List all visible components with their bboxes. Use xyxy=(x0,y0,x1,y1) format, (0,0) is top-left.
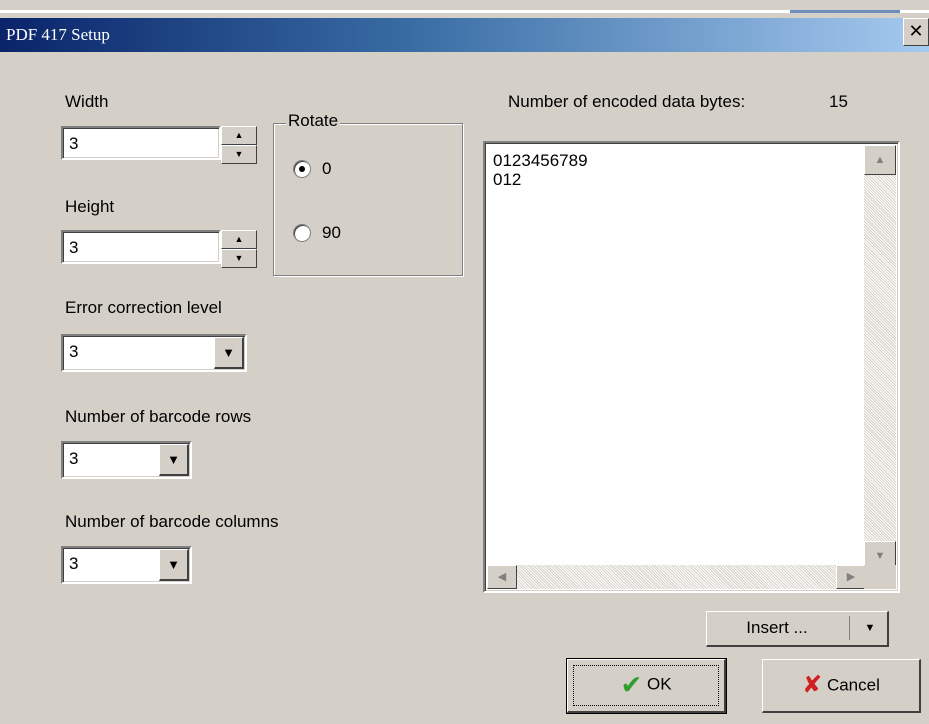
encoded-bytes-count: 15 xyxy=(829,92,848,111)
arrow-down-icon: ▼ xyxy=(874,550,886,562)
radio-selected-dot xyxy=(299,166,305,172)
barcode-rows-value: 3 xyxy=(69,449,79,468)
spin-down-icon: ▼ xyxy=(234,149,244,159)
chevron-down-icon: ▼ xyxy=(167,557,180,572)
rotate-0-label[interactable]: 0 xyxy=(322,159,331,179)
insert-button-label: Insert ... xyxy=(746,618,808,637)
scroll-up-button[interactable]: ▲ xyxy=(864,145,896,175)
chevron-down-icon[interactable]: ▼ xyxy=(857,612,883,644)
height-value: 3 xyxy=(69,238,79,257)
barcode-columns-dropdown-button[interactable]: ▼ xyxy=(159,549,189,581)
barcode-rows-select[interactable]: 3 ▼ xyxy=(61,441,192,479)
rotate-90-label[interactable]: 90 xyxy=(322,223,341,243)
error-correction-label: Error correction level xyxy=(65,298,222,317)
arrow-left-icon: ◀ xyxy=(497,571,507,583)
spin-up-icon: ▲ xyxy=(234,130,244,140)
height-spinner[interactable]: ▲ ▼ xyxy=(221,230,257,268)
rotate-group xyxy=(273,123,463,276)
width-spinner[interactable]: ▲ ▼ xyxy=(221,126,257,164)
width-spin-down-button[interactable]: ▼ xyxy=(221,145,257,164)
focus-rectangle xyxy=(573,665,719,706)
data-text[interactable]: 0123456789 012 xyxy=(493,151,588,189)
barcode-rows-dropdown-button[interactable]: ▼ xyxy=(159,444,189,476)
width-spin-up-button[interactable]: ▲ xyxy=(221,126,257,145)
scrollbar-corner xyxy=(864,565,896,589)
insert-button[interactable]: Insert ... ▼ xyxy=(706,611,889,647)
data-textarea[interactable]: 0123456789 012 ▲ ▼ ◀ ▶ xyxy=(483,141,900,593)
title-bar: PDF 417 Setup xyxy=(0,18,929,52)
width-label: Width xyxy=(65,92,109,111)
top-edge-accent xyxy=(790,10,900,13)
cancel-button-label: Cancel xyxy=(826,675,880,695)
width-input[interactable]: 3 xyxy=(61,126,221,160)
rotate-90-radio[interactable] xyxy=(293,224,311,242)
cancel-x-icon: ✘ xyxy=(802,671,823,699)
arrow-right-icon: ▶ xyxy=(846,571,856,583)
error-correction-select[interactable]: 3 ▼ xyxy=(61,334,247,372)
spin-up-icon: ▲ xyxy=(234,234,244,244)
ok-button[interactable]: ✔ OK xyxy=(566,658,727,714)
close-button[interactable]: ✕ xyxy=(903,18,929,46)
height-label: Height xyxy=(65,197,115,216)
encoded-bytes-label: Number of encoded data bytes: xyxy=(508,92,746,111)
width-value: 3 xyxy=(69,134,79,153)
barcode-rows-label: Number of barcode rows xyxy=(65,407,252,426)
height-spin-up-button[interactable]: ▲ xyxy=(221,230,257,249)
barcode-columns-label: Number of barcode columns xyxy=(65,512,279,531)
rotate-0-radio[interactable] xyxy=(293,160,311,178)
spin-down-icon: ▼ xyxy=(234,253,244,263)
error-correction-dropdown-button[interactable]: ▼ xyxy=(214,337,244,369)
scroll-left-button[interactable]: ◀ xyxy=(487,565,517,589)
arrow-up-icon: ▲ xyxy=(874,154,886,166)
cancel-button[interactable]: ✘ Cancel xyxy=(762,659,921,713)
barcode-columns-select[interactable]: 3 ▼ xyxy=(61,546,192,584)
chevron-down-icon: ▼ xyxy=(222,345,235,360)
window-title: PDF 417 Setup xyxy=(6,25,110,44)
vertical-scrollbar[interactable]: ▲ ▼ xyxy=(864,145,896,571)
rotate-group-title: Rotate xyxy=(286,111,341,131)
barcode-columns-value: 3 xyxy=(69,554,79,573)
close-icon: ✕ xyxy=(908,21,924,42)
chevron-down-icon: ▼ xyxy=(167,452,180,467)
insert-split-divider xyxy=(849,616,850,640)
horizontal-scrollbar[interactable]: ◀ ▶ xyxy=(487,565,866,589)
height-input[interactable]: 3 xyxy=(61,230,221,264)
error-correction-value: 3 xyxy=(69,342,79,361)
height-spin-down-button[interactable]: ▼ xyxy=(221,249,257,268)
scroll-right-button[interactable]: ▶ xyxy=(836,565,866,589)
